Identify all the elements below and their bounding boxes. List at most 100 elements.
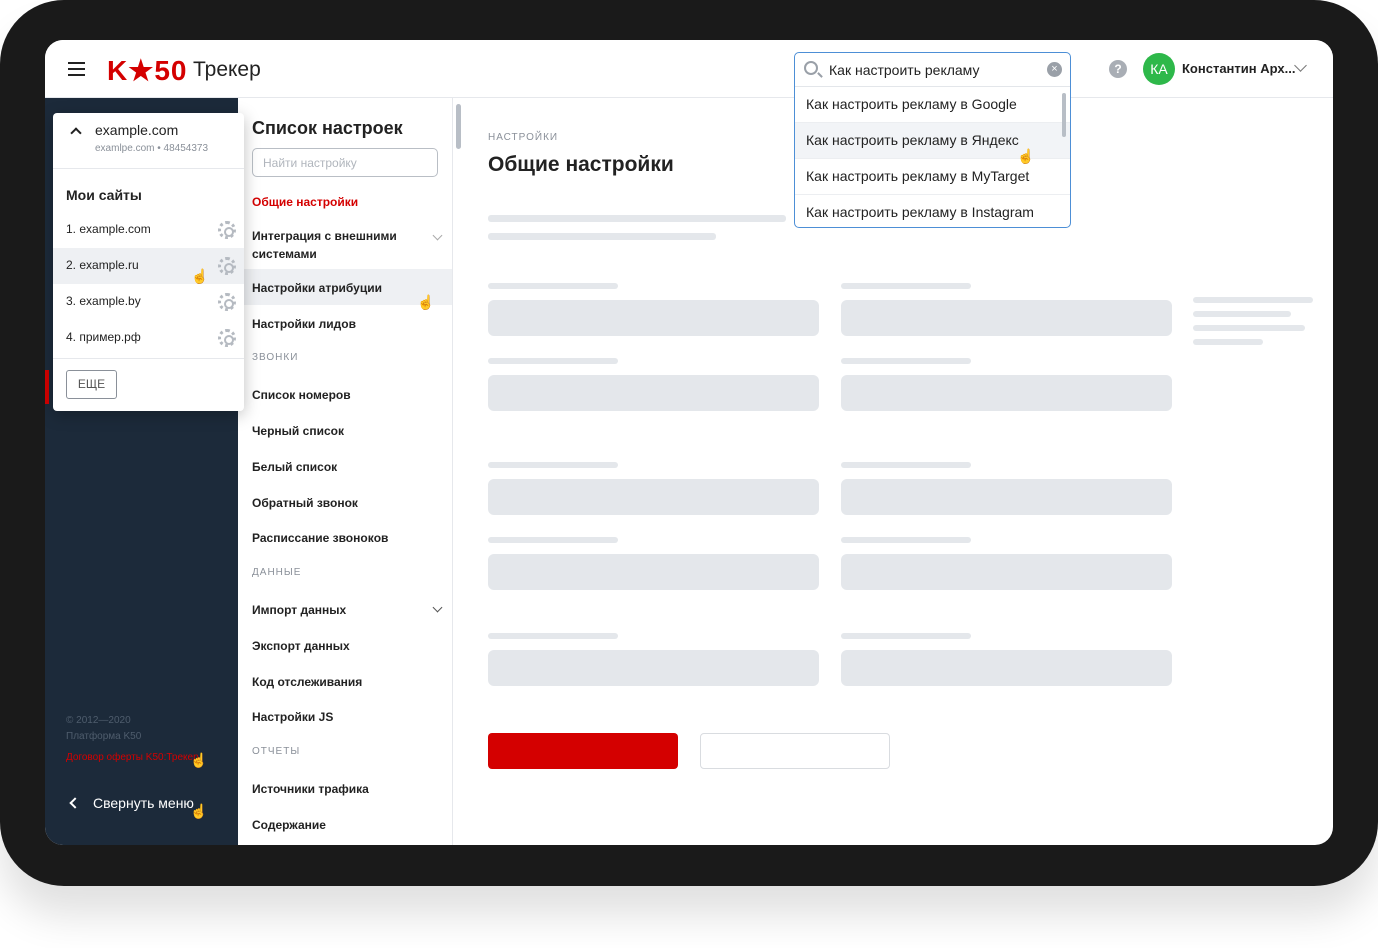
avatar[interactable]: КА: [1143, 53, 1175, 85]
suggestion-item[interactable]: Как настроить рекламу в MyTarget: [795, 159, 1070, 195]
site-item-label: 3. example.by: [66, 294, 141, 308]
skeleton-label: [488, 358, 618, 364]
section-calls: ЗВОНКИ: [252, 352, 299, 363]
settings-item-schedule[interactable]: Расписсание звонокoв: [252, 529, 388, 547]
site-item-label: 2. example.ru: [66, 258, 139, 272]
settings-item-blacklist[interactable]: Черный список: [252, 422, 344, 440]
skeleton-label: [488, 283, 618, 289]
settings-item-leads[interactable]: Настройки лидов: [252, 315, 356, 333]
site-item[interactable]: 3. example.by: [53, 284, 244, 320]
settings-item-numbers[interactable]: Список номеров: [252, 386, 351, 404]
hand-cursor-icon: ☝: [1017, 148, 1035, 164]
clear-icon[interactable]: ×: [1047, 62, 1062, 77]
skeleton-field[interactable]: [841, 479, 1172, 515]
settings-item-content[interactable]: Содержание: [252, 816, 326, 834]
k50-logo[interactable]: K★50: [107, 54, 187, 87]
top-header: K★50 Трекер ? КА Константин Арх...: [45, 40, 1333, 98]
skeleton-line: [1193, 325, 1305, 331]
site-item-label: 1. example.com: [66, 222, 151, 236]
chevron-down-icon[interactable]: [432, 602, 443, 613]
skeleton-field[interactable]: [841, 375, 1172, 411]
collapse-menu-button[interactable]: Свернуть меню: [69, 795, 194, 811]
skeleton-field[interactable]: [488, 479, 819, 515]
hand-cursor-icon: ☝: [191, 268, 209, 284]
save-button[interactable]: [488, 733, 678, 769]
copyright-platform: Платформа K50: [66, 731, 142, 742]
skeleton-field[interactable]: [841, 300, 1172, 336]
help-icon[interactable]: ?: [1109, 60, 1127, 78]
settings-list-title: Список настроек: [252, 118, 403, 138]
skeleton-label: [841, 537, 971, 543]
search-input[interactable]: [829, 59, 1039, 81]
skeleton-label: [488, 462, 618, 468]
skeleton-label: [841, 283, 971, 289]
breadcrumb[interactable]: НАСТРОЙКИ: [488, 132, 558, 143]
device-frame: K★50 Трекер ? КА Константин Арх... × Как…: [0, 0, 1378, 886]
skeleton-label: [841, 462, 971, 468]
settings-item-callback[interactable]: Обратный звонок: [252, 494, 358, 512]
skeleton-field[interactable]: [841, 554, 1172, 590]
settings-list-panel: Список настроек Общие настройки Интеграц…: [238, 98, 453, 845]
cancel-button[interactable]: [700, 733, 890, 769]
settings-item-general[interactable]: Общие настройки: [252, 193, 358, 211]
gear-icon[interactable]: [218, 257, 236, 275]
skeleton-label: [841, 358, 971, 364]
settings-item-js[interactable]: Настройки JS: [252, 708, 333, 726]
site-item[interactable]: 1. example.com: [53, 212, 244, 248]
settings-item-traffic-sources[interactable]: Источники трафика: [252, 780, 369, 798]
current-site-id: examlpe.com • 48454373: [95, 143, 209, 154]
chevron-down-icon[interactable]: [1294, 59, 1307, 72]
skeleton-label: [488, 537, 618, 543]
skeleton-field[interactable]: [488, 554, 819, 590]
settings-item-tracking-code[interactable]: Код отслеживания: [252, 673, 362, 691]
settings-item-whitelist[interactable]: Белый список: [252, 458, 337, 476]
active-indicator: [45, 370, 49, 404]
search-icon: [804, 61, 818, 75]
divider: [53, 358, 244, 359]
suggestion-item[interactable]: Как настроить рекламу в Google: [795, 87, 1070, 123]
settings-item-import[interactable]: Импорт данных: [252, 601, 346, 619]
skeleton-line: [488, 233, 716, 240]
settings-item-integration[interactable]: Интеграция с внешними системами: [252, 227, 422, 263]
site-item-label: 4. пример.рф: [66, 330, 141, 344]
suggestion-item[interactable]: Как настроить рекламу в Instagram: [795, 195, 1070, 227]
skeleton-line: [488, 215, 786, 222]
collapse-menu-label: Свернуть меню: [93, 795, 194, 811]
settings-item-export[interactable]: Экспорт данных: [252, 637, 350, 655]
search-bar: ×: [795, 53, 1070, 87]
settings-list-scrollbar[interactable]: [456, 104, 461, 149]
more-sites-button[interactable]: ЕЩЕ: [66, 370, 117, 399]
skeleton-field[interactable]: [841, 650, 1172, 686]
my-sites-heading: Мои сайты: [66, 187, 142, 203]
skeleton-field[interactable]: [488, 300, 819, 336]
site-item[interactable]: 2. example.ru: [53, 248, 244, 284]
chevron-up-icon[interactable]: [70, 127, 82, 139]
suggestions-scrollbar[interactable]: [1062, 93, 1066, 137]
site-item[interactable]: 4. пример.рф: [53, 320, 244, 356]
site-switcher-dropdown: example.com examlpe.com • 48454373 Мои с…: [53, 113, 244, 411]
gear-icon[interactable]: [218, 221, 236, 239]
offer-link[interactable]: Договор оферты K50:Трекер: [66, 752, 199, 763]
skeleton-field[interactable]: [488, 375, 819, 411]
app-screen: K★50 Трекер ? КА Константин Арх... × Как…: [45, 40, 1333, 845]
settings-item-attribution[interactable]: Настройки атрибуции: [252, 279, 382, 297]
hand-cursor-icon: ☝: [190, 803, 208, 819]
current-site[interactable]: example.com examlpe.com • 48454373: [53, 113, 244, 169]
settings-search-input[interactable]: [252, 148, 438, 177]
skeleton-line: [1193, 311, 1291, 317]
skeleton-field[interactable]: [488, 650, 819, 686]
section-data: ДАННЫЕ: [252, 567, 302, 578]
skeleton-label: [488, 633, 618, 639]
chevron-left-icon: [69, 797, 81, 809]
gear-icon[interactable]: [218, 329, 236, 347]
product-name: Трекер: [193, 58, 261, 81]
hamburger-menu-icon[interactable]: [68, 62, 85, 76]
hand-cursor-icon: ☝: [190, 752, 208, 768]
user-name[interactable]: Константин Арх...: [1182, 61, 1295, 76]
gear-icon[interactable]: [218, 293, 236, 311]
page-title: Общие настройки: [488, 153, 674, 176]
hand-cursor-icon: ☝: [417, 294, 435, 310]
current-site-name: example.com: [95, 122, 179, 138]
chevron-down-icon[interactable]: [432, 230, 443, 241]
copyright-years: © 2012—2020: [66, 715, 131, 726]
